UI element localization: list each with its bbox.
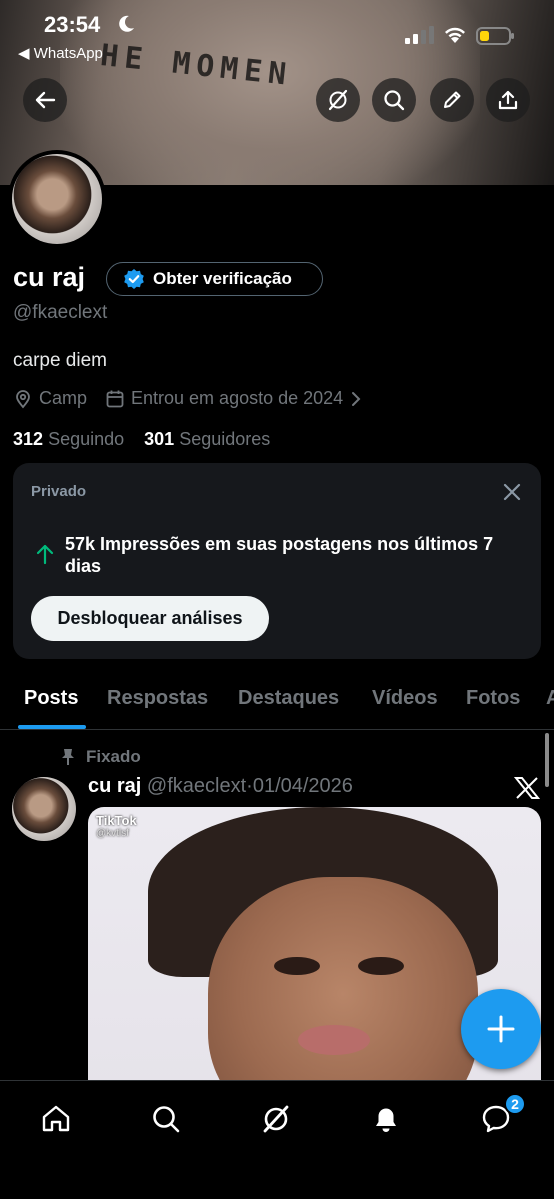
following-link[interactable]: 312 Seguindo (13, 429, 124, 449)
tab-highlights[interactable]: Destaques (238, 687, 339, 710)
pinned-label: Fixado (86, 747, 141, 766)
home-icon (42, 1105, 70, 1132)
search-icon (384, 90, 405, 111)
grok-icon (263, 1105, 289, 1133)
status-bar: 23:54 ◀ WhatsApp (0, 0, 554, 62)
chevron-right-icon (352, 391, 361, 406)
impressions-stat: 57k Impressões em suas postagens nos últ… (65, 534, 494, 576)
share-icon (498, 90, 518, 110)
tiktok-label: TikTok (96, 813, 137, 828)
tab-articles[interactable]: A (546, 687, 554, 710)
profile-avatar[interactable] (8, 150, 106, 248)
plus-icon (487, 1015, 515, 1043)
tab-photos[interactable]: Fotos (466, 687, 520, 710)
followers-count: 301 (144, 429, 175, 449)
verified-badge-icon (124, 269, 144, 289)
post-avatar[interactable] (12, 777, 76, 841)
close-icon[interactable] (501, 481, 523, 503)
analytics-card: Privado 57k Impressões em suas postagens… (13, 463, 541, 659)
bottom-nav (0, 1080, 554, 1199)
moon-icon (119, 15, 134, 32)
tab-replies[interactable]: Respostas (107, 687, 208, 710)
joined-label: Entrou em agosto de 2024 (131, 388, 344, 408)
tab-posts[interactable]: Posts (24, 687, 78, 710)
wifi-icon (445, 27, 465, 43)
followers-link[interactable]: 301 Seguidores (144, 429, 270, 449)
profile-name: cu raj (13, 262, 86, 292)
post-header: cu raj @fkaeclext·01/04/2026 (88, 775, 353, 798)
arrow-left-icon (35, 91, 56, 109)
get-verified-label: Obter verificação (153, 269, 292, 288)
tiktok-user: @kvtlsf (96, 828, 129, 839)
share-button[interactable] (486, 78, 530, 122)
scrollbar[interactable] (545, 733, 549, 787)
signal-icon (405, 26, 434, 44)
back-to-app-link[interactable]: ◀ WhatsApp (18, 44, 103, 62)
profile-handle: @fkaeclext (13, 302, 108, 323)
profile-meta: Camp Entrou em agosto de 2024 (13, 388, 381, 409)
location-pin-icon (16, 389, 30, 408)
get-verified-button[interactable]: Obter verificação (106, 262, 323, 296)
pin-icon (62, 749, 74, 765)
nav-home[interactable] (36, 1099, 76, 1139)
tiktok-watermark: TikTok @kvtlsf (96, 813, 137, 839)
edit-profile-button[interactable] (430, 78, 474, 122)
media-eye-right (358, 957, 404, 975)
joined-item[interactable]: Entrou em agosto de 2024 (105, 388, 363, 409)
post-handle: @fkaeclext (146, 775, 247, 797)
nav-grok[interactable] (256, 1099, 296, 1139)
profile-bio: carpe diem (13, 350, 107, 371)
notifications-icon (376, 1108, 396, 1132)
media-eye-left (274, 957, 320, 975)
followers-label: Seguidores (179, 429, 271, 449)
active-tab-indicator (18, 725, 86, 729)
pencil-icon (444, 91, 461, 108)
compose-button[interactable] (461, 989, 541, 1069)
tab-videos[interactable]: Vídeos (372, 687, 438, 710)
avatar-image (12, 154, 102, 244)
battery-icon (476, 27, 514, 45)
post-separator: · (246, 775, 253, 797)
status-time: 23:54 (44, 12, 101, 37)
following-count: 312 (13, 429, 44, 449)
location-label: Camp (39, 388, 88, 408)
location-item: Camp (13, 388, 87, 409)
post-author[interactable]: cu raj (88, 775, 141, 797)
nav-search[interactable] (146, 1099, 186, 1139)
follow-counts: 312 Seguindo 301 Seguidores (13, 429, 270, 450)
profile-tabs: Posts Respostas Destaques Vídeos Fotos A (0, 675, 554, 730)
back-button[interactable] (23, 78, 67, 122)
post-date: 01/04/2026 (252, 775, 353, 797)
pinned-indicator: Fixado (60, 747, 141, 767)
arrow-up-icon (36, 544, 54, 565)
unlock-analytics-button[interactable]: Desbloquear análises (31, 596, 269, 641)
nav-notifications[interactable] (366, 1099, 406, 1139)
following-label: Seguindo (48, 429, 125, 449)
search-profile-button[interactable] (372, 78, 416, 122)
grok-button[interactable] (316, 78, 360, 122)
media-lips (298, 1025, 370, 1055)
card-private-label: Privado (31, 483, 87, 500)
messages-badge: 2 (504, 1093, 526, 1115)
media-face (208, 877, 478, 1087)
x-logo-icon (514, 777, 540, 799)
search-icon (153, 1106, 180, 1133)
grok-icon (328, 89, 348, 111)
calendar-icon (106, 390, 124, 407)
